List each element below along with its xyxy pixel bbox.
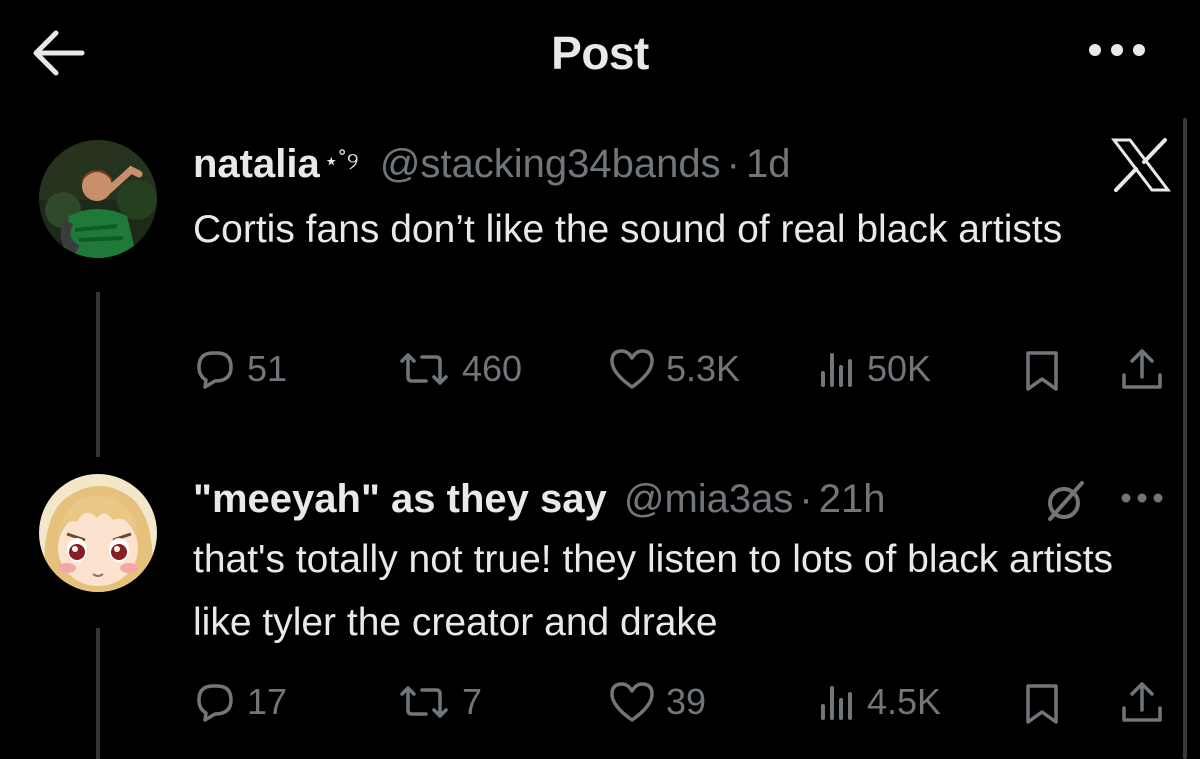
handle[interactable]: @mia3as [624,477,794,521]
like-button[interactable]: 5.3K [608,347,740,391]
bookmark-icon[interactable] [1022,349,1062,398]
like-count: 5.3K [666,348,741,389]
reply-count: 51 [247,348,288,389]
like-button[interactable]: 39 [608,680,706,724]
post-text: that's totally not true! they listen to … [193,538,1114,644]
view-count: 50K [867,348,932,389]
separator: · [799,477,813,521]
handle[interactable]: @stacking34bands [380,142,721,186]
repost-count: 7 [462,681,483,722]
like-icon [610,349,654,389]
post-header: "meeyah" as they say @mia3as · 21h [193,477,886,522]
avatar[interactable] [39,474,157,592]
display-name[interactable]: "meeyah" as they say [193,477,607,521]
views-button[interactable]: 50K [817,347,931,391]
scrollbar[interactable] [1183,118,1187,759]
repost-button[interactable]: 7 [396,680,482,724]
name-decoration: ⋆˚୨ [323,148,359,175]
reply-icon [197,351,233,389]
share-icon[interactable] [1118,680,1166,731]
timestamp[interactable]: 1d [746,142,791,186]
views-button[interactable]: 4.5K [817,680,941,724]
reply-button[interactable]: 51 [193,347,287,391]
post-text: Cortis fans don’t like the sound of real… [193,208,1063,251]
bookmark-icon[interactable] [1022,682,1062,731]
views-icon [821,353,852,387]
like-icon [610,682,654,722]
top-bar: Post [0,0,1200,110]
x-logo-icon [1110,138,1172,192]
more-icon[interactable] [1118,490,1166,511]
like-count: 39 [666,681,707,722]
reply-count: 17 [247,681,288,722]
page-title: Post [551,27,649,79]
grok-icon[interactable] [1042,477,1090,530]
repost-button[interactable]: 460 [396,347,522,391]
repost-icon [400,686,448,718]
views-icon [821,686,852,720]
reply-icon [197,684,233,722]
post-header: natalia ⋆˚୨ @stacking34bands · 1d [193,142,790,187]
display-name[interactable]: natalia [193,142,320,186]
repost-icon [400,353,448,385]
reply-button[interactable]: 17 [193,680,287,724]
more-icon[interactable] [1085,38,1149,62]
timestamp[interactable]: 21h [819,477,886,521]
share-icon[interactable] [1118,347,1166,398]
avatar[interactable] [39,140,157,258]
thread-line [96,628,100,759]
thread-line [96,292,100,457]
repost-count: 460 [462,348,523,389]
view-count: 4.5K [867,681,942,722]
separator: · [726,142,740,186]
